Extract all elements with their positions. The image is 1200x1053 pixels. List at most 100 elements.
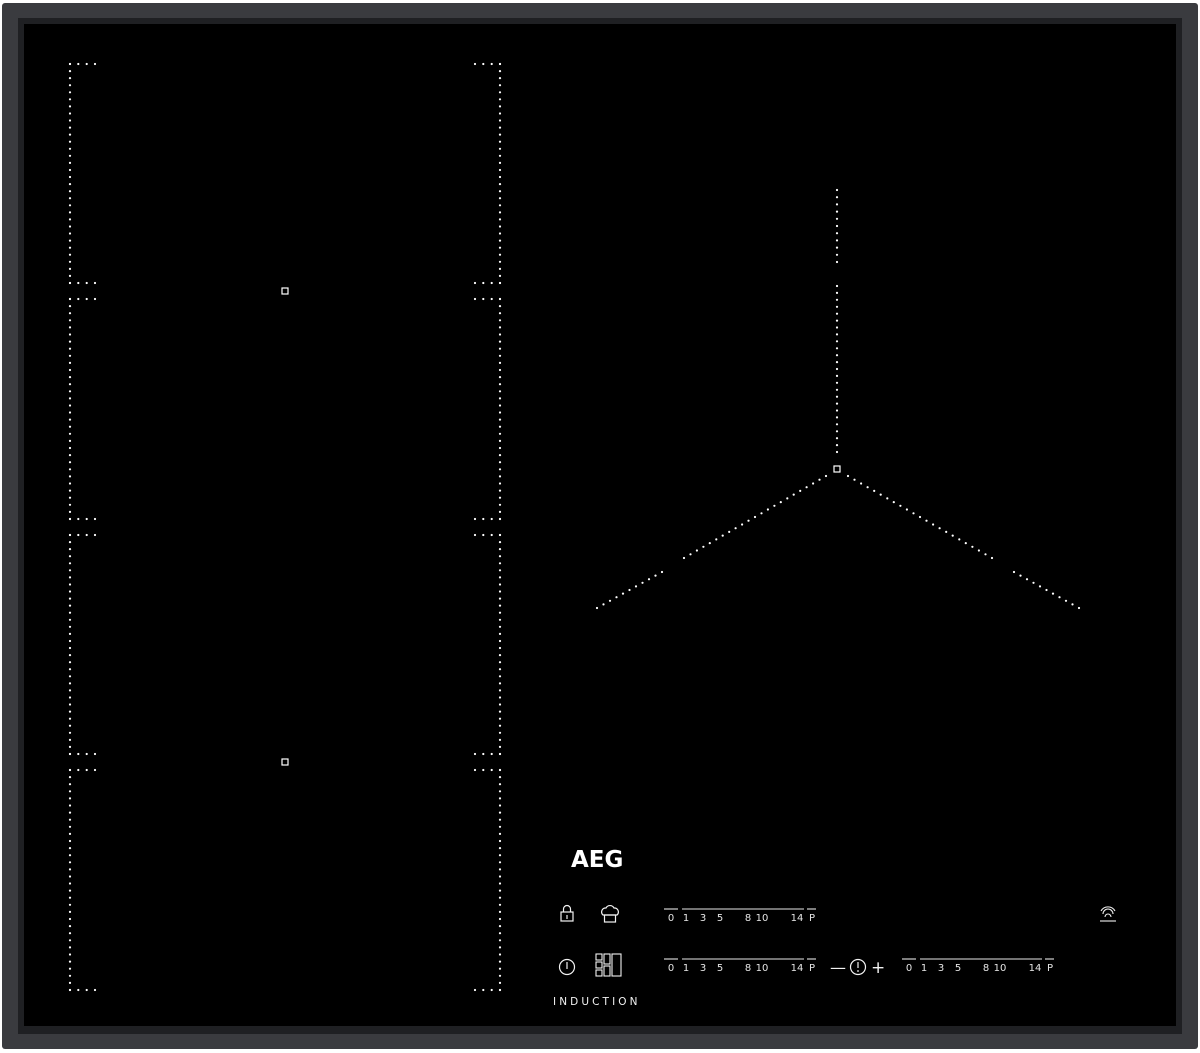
zone-dot	[498, 77, 502, 80]
zone-dot	[68, 482, 72, 485]
slider-level-label[interactable]: P	[809, 963, 815, 974]
zone-dot	[498, 661, 502, 664]
zone-dot	[68, 432, 72, 435]
zone-dot	[68, 190, 72, 193]
zone-dot	[886, 497, 889, 500]
zone-dot	[68, 752, 72, 756]
zone-dot	[498, 297, 502, 301]
slider-level-label[interactable]: P	[1047, 963, 1053, 974]
zone-dot	[1058, 596, 1061, 599]
timer-plus-button[interactable]: +	[871, 958, 885, 978]
zone-dot	[498, 154, 502, 157]
zone-dot	[932, 523, 935, 526]
zone-dot	[68, 204, 72, 207]
zone-dot	[77, 281, 80, 285]
slider-level-label[interactable]: 0	[906, 963, 912, 974]
zone-dot	[93, 988, 97, 992]
slider-level-label[interactable]: 14	[791, 913, 804, 924]
zone-dot	[482, 533, 485, 537]
zone-dot	[68, 597, 72, 600]
zone-dot	[498, 639, 502, 643]
zone-dot	[866, 486, 869, 489]
zone-dot	[68, 932, 72, 935]
slider-level-label[interactable]: 3	[700, 913, 706, 924]
slider-level-label[interactable]: 3	[938, 963, 944, 974]
zone-dot	[498, 211, 502, 214]
zone-dot	[498, 847, 502, 850]
slider-level-label[interactable]: 5	[955, 963, 961, 974]
slider-level-label[interactable]: 0	[668, 963, 674, 974]
slider-level-label[interactable]: 0	[668, 913, 674, 924]
zone-dot	[85, 281, 88, 285]
slider-level-label[interactable]: P	[809, 913, 815, 924]
zone-dot	[68, 861, 72, 864]
induction-hob: AEG INDUCTION 0 1 3 5 8 10 14 P 0 1 3 5 8 10 14 P 0135…	[2, 3, 1198, 1049]
zone-dot	[68, 281, 72, 285]
zone-dot	[68, 489, 72, 492]
zone-dot	[68, 112, 72, 115]
zone-dot	[715, 538, 718, 541]
zone-dot	[68, 639, 72, 643]
slider-level-label[interactable]: 10	[756, 913, 769, 924]
zone-dot	[835, 340, 839, 343]
zone-dot	[498, 925, 502, 928]
zone-dot	[85, 988, 88, 992]
zone-dot	[498, 861, 502, 864]
slider-level-label[interactable]: 3	[700, 963, 706, 974]
slider-level-label[interactable]: 10	[994, 963, 1007, 974]
zone-dot	[1045, 588, 1048, 592]
zone-dot	[498, 133, 502, 136]
zone-dot	[482, 62, 485, 66]
zone-dot	[498, 832, 502, 836]
zone-dot	[498, 790, 502, 793]
zone-dot	[498, 696, 502, 699]
slider-level-label[interactable]: 14	[1029, 963, 1042, 974]
zone-dot	[68, 882, 72, 885]
zone-dot	[835, 416, 839, 419]
zone-dot	[1077, 606, 1081, 610]
slider-level-label[interactable]: 8	[983, 963, 989, 974]
slider-level-label[interactable]: 1	[683, 963, 689, 974]
zone-dot	[498, 246, 502, 249]
zone-dot	[899, 504, 902, 507]
zone-dot	[498, 218, 502, 221]
zone-dot	[68, 832, 72, 836]
slider-level-label[interactable]: 5	[717, 913, 723, 924]
slider-level-label[interactable]: 8	[745, 913, 751, 924]
zone-dot	[93, 768, 97, 772]
zone-dot	[753, 515, 757, 519]
zone-dot	[68, 62, 72, 66]
zone-dot	[68, 77, 72, 80]
zone-dot	[835, 450, 839, 454]
slider-level-label[interactable]: 14	[791, 963, 804, 974]
zone-dot	[68, 569, 72, 572]
slider-level-label[interactable]: 8	[745, 963, 751, 974]
zone-dot	[498, 168, 502, 172]
zone-dot	[68, 661, 72, 664]
slider-level-label[interactable]: 1	[683, 913, 689, 924]
zone-dot	[68, 347, 72, 350]
zone-dot	[1025, 578, 1029, 581]
zone-dot	[835, 333, 839, 336]
zone-dot	[68, 468, 72, 471]
zone-dot	[498, 939, 502, 942]
zone-dot	[747, 519, 750, 522]
zone-dot	[68, 590, 72, 593]
zone-dot	[835, 305, 839, 308]
slider-level-label[interactable]: 5	[717, 963, 723, 974]
zone-dot	[85, 752, 88, 756]
zone-dot	[498, 397, 502, 400]
zone-dot	[68, 668, 72, 671]
zone-dot	[68, 340, 72, 343]
zone-dot	[728, 530, 731, 534]
zone-dot	[498, 710, 502, 713]
zone-dot	[498, 825, 502, 828]
zone-dot	[68, 738, 72, 742]
slider-level-label[interactable]: 10	[756, 963, 769, 974]
zone-dot	[68, 675, 72, 678]
zone-dot	[68, 105, 72, 108]
slider-level-label[interactable]: 1	[921, 963, 927, 974]
timer-minus-button[interactable]: —	[830, 958, 846, 977]
zone-dot	[835, 326, 839, 329]
zone-dot	[498, 818, 502, 821]
